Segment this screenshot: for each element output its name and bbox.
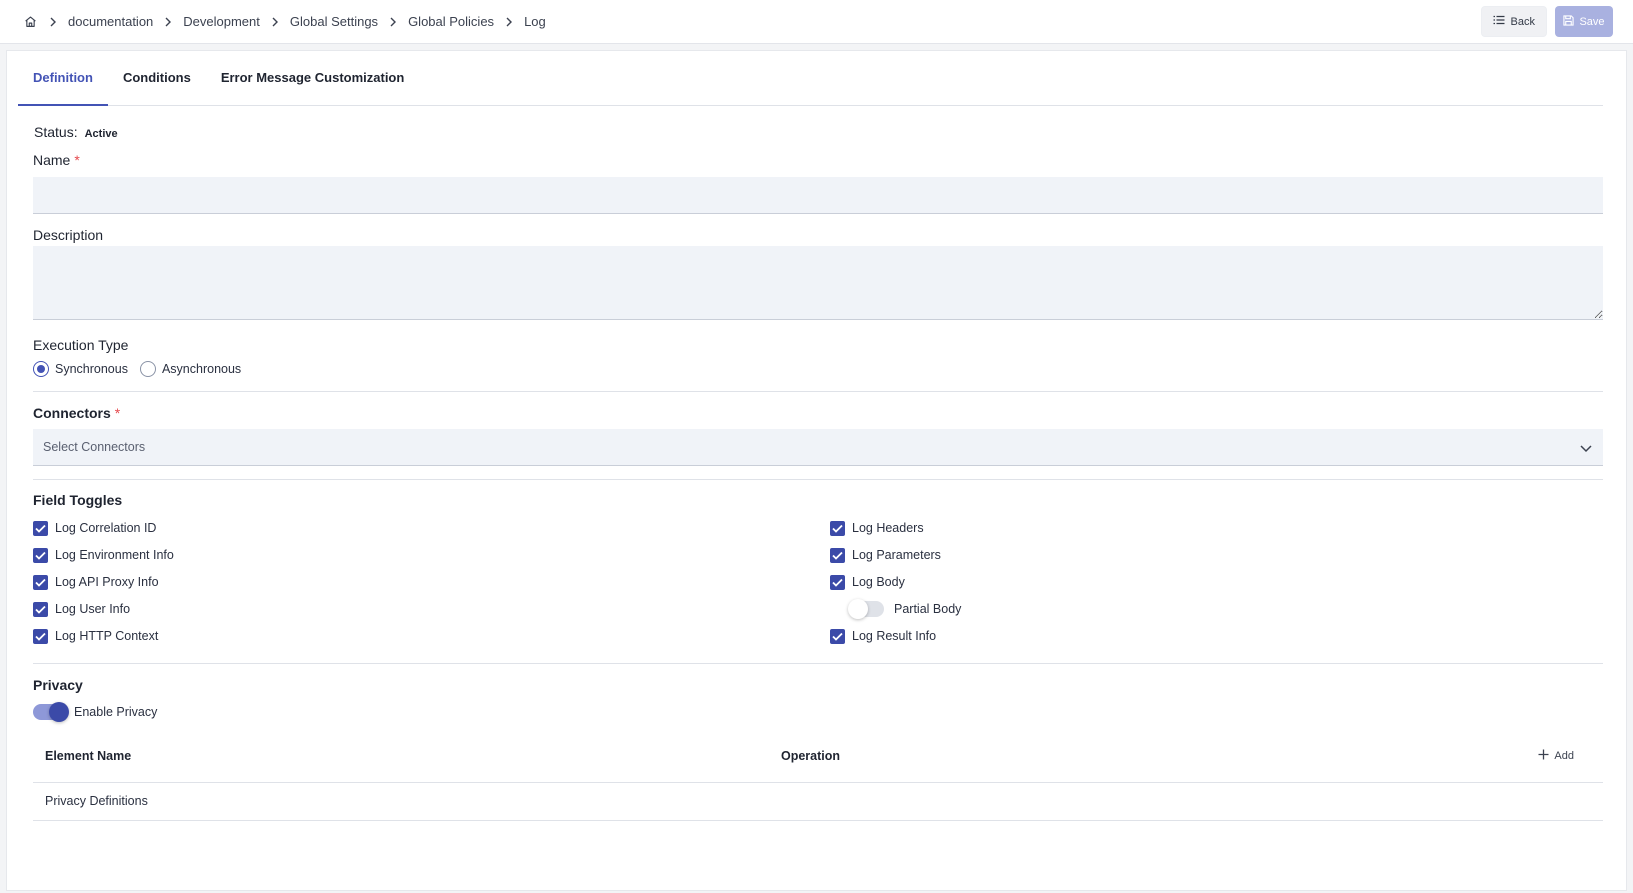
column-header-operation: Operation: [781, 749, 841, 763]
privacy-heading: Privacy: [33, 677, 83, 693]
name-input[interactable]: [33, 177, 1603, 214]
chevron-right-icon: [270, 17, 280, 27]
enable-privacy-label: Enable Privacy: [74, 705, 158, 719]
save-button[interactable]: Save: [1555, 6, 1613, 37]
chevron-right-icon: [163, 17, 173, 27]
tab-bar: Definition Conditions Error Message Cust…: [18, 51, 1603, 106]
chevron-right-icon: [504, 17, 514, 27]
required-marker: *: [74, 152, 80, 168]
column-header-element-name: Element Name: [45, 749, 132, 763]
breadcrumb-item-log: Log: [524, 14, 546, 29]
privacy-definitions-cell: Privacy Definitions: [45, 794, 148, 808]
list-icon: [1493, 15, 1505, 28]
execution-type-group: Synchronous Asynchronous: [33, 361, 253, 377]
checkbox-log-correlation-id[interactable]: [33, 520, 48, 536]
checkbox-log-body[interactable]: [830, 574, 845, 590]
checkbox-log-headers[interactable]: [830, 520, 845, 536]
connectors-placeholder: Select Connectors: [43, 440, 146, 454]
add-button[interactable]: Add: [1538, 749, 1574, 763]
checkbox-label: Log API Proxy Info: [55, 575, 159, 589]
save-button-label: Save: [1579, 15, 1605, 28]
plus-icon: [1538, 749, 1549, 763]
field-toggles-left-column: Log Correlation ID Log Environment Info …: [33, 519, 174, 645]
name-label: Name *: [33, 152, 80, 168]
chevron-right-icon: [388, 17, 398, 27]
partial-body-toggle[interactable]: [848, 599, 884, 619]
checkbox-row: Log Result Info: [830, 627, 961, 645]
checkbox-log-result-info[interactable]: [830, 628, 845, 644]
checkbox-log-parameters[interactable]: [830, 547, 845, 563]
checkbox-log-api-proxy-info[interactable]: [33, 574, 48, 590]
enable-privacy-toggle[interactable]: [33, 702, 69, 722]
breadcrumb-item-development[interactable]: Development: [183, 14, 260, 29]
checkbox-log-user-info[interactable]: [33, 601, 48, 617]
checkbox-log-environment-info[interactable]: [33, 547, 48, 563]
status-label: Status:: [34, 124, 78, 140]
checkbox-label: Log Parameters: [852, 548, 941, 562]
divider: [33, 391, 1603, 392]
description-textarea[interactable]: [33, 246, 1603, 320]
checkbox-label: Log Result Info: [852, 629, 937, 643]
checkbox-log-http-context[interactable]: [33, 628, 48, 644]
add-button-label: Add: [1554, 750, 1574, 762]
divider: [33, 663, 1603, 664]
checkbox-row: Log Parameters: [830, 546, 961, 564]
connectors-label: Connectors *: [33, 405, 120, 421]
table-row: Privacy Definitions: [33, 783, 1603, 821]
tab-definition[interactable]: Definition: [18, 50, 108, 106]
checkbox-row: Log API Proxy Info: [33, 573, 174, 591]
checkbox-row: Log Headers: [830, 519, 961, 537]
checkbox-row: Log HTTP Context: [33, 627, 174, 645]
status-line: Status: Active: [34, 124, 118, 140]
divider: [33, 479, 1603, 480]
required-marker: *: [114, 405, 121, 421]
checkbox-label: Log Body: [852, 575, 905, 589]
name-label-text: Name: [33, 152, 71, 168]
connectors-label-text: Connectors: [33, 405, 111, 421]
field-toggles-heading: Field Toggles: [33, 492, 123, 508]
partial-body-label: Partial Body: [894, 602, 962, 616]
checkbox-row: Log Environment Info: [33, 546, 174, 564]
execution-type-label: Execution Type: [33, 337, 129, 353]
chevron-right-icon: [48, 17, 58, 27]
back-button-label: Back: [1510, 15, 1535, 28]
checkbox-label: Log Headers: [852, 521, 924, 535]
checkbox-label: Log Correlation ID: [55, 521, 157, 535]
top-bar: documentation Development Global Setting…: [0, 0, 1633, 44]
radio-asynchronous-label: Asynchronous: [161, 362, 242, 376]
toggle-row: Partial Body: [848, 599, 962, 619]
radio-synchronous[interactable]: [33, 361, 49, 377]
tab-error-message-customization[interactable]: Error Message Customization: [206, 50, 420, 105]
description-label: Description: [33, 227, 104, 243]
radio-synchronous-label: Synchronous: [55, 362, 128, 376]
tab-conditions[interactable]: Conditions: [108, 50, 206, 105]
connectors-select[interactable]: Select Connectors: [33, 429, 1603, 466]
checkbox-row: Log Body: [830, 573, 961, 591]
enable-privacy-row: Enable Privacy: [33, 702, 158, 722]
top-actions: Back Save: [1480, 6, 1613, 37]
radio-asynchronous[interactable]: [139, 361, 156, 377]
breadcrumb-item-global-settings[interactable]: Global Settings: [290, 14, 378, 29]
field-toggles-right-column: Log Headers Log Parameters Log Body Part…: [830, 519, 961, 645]
checkbox-label: Log Environment Info: [55, 548, 174, 562]
checkbox-row: Log User Info: [33, 600, 174, 618]
checkbox-label: Log User Info: [55, 602, 131, 616]
status-badge: Active: [84, 128, 118, 140]
checkbox-row: Log Correlation ID: [33, 519, 174, 537]
back-button[interactable]: Back: [1480, 6, 1547, 37]
breadcrumb-item-global-policies[interactable]: Global Policies: [408, 14, 494, 29]
home-icon[interactable]: [22, 14, 38, 30]
checkbox-label: Log HTTP Context: [55, 629, 159, 643]
chevron-down-icon: [1579, 441, 1593, 455]
save-icon: [1563, 14, 1575, 29]
breadcrumb-item-documentation[interactable]: documentation: [68, 14, 153, 29]
privacy-table-header: Element Name Operation Add: [33, 731, 1603, 783]
main-panel: Definition Conditions Error Message Cust…: [6, 50, 1627, 891]
breadcrumb: documentation Development Global Setting…: [22, 14, 546, 30]
